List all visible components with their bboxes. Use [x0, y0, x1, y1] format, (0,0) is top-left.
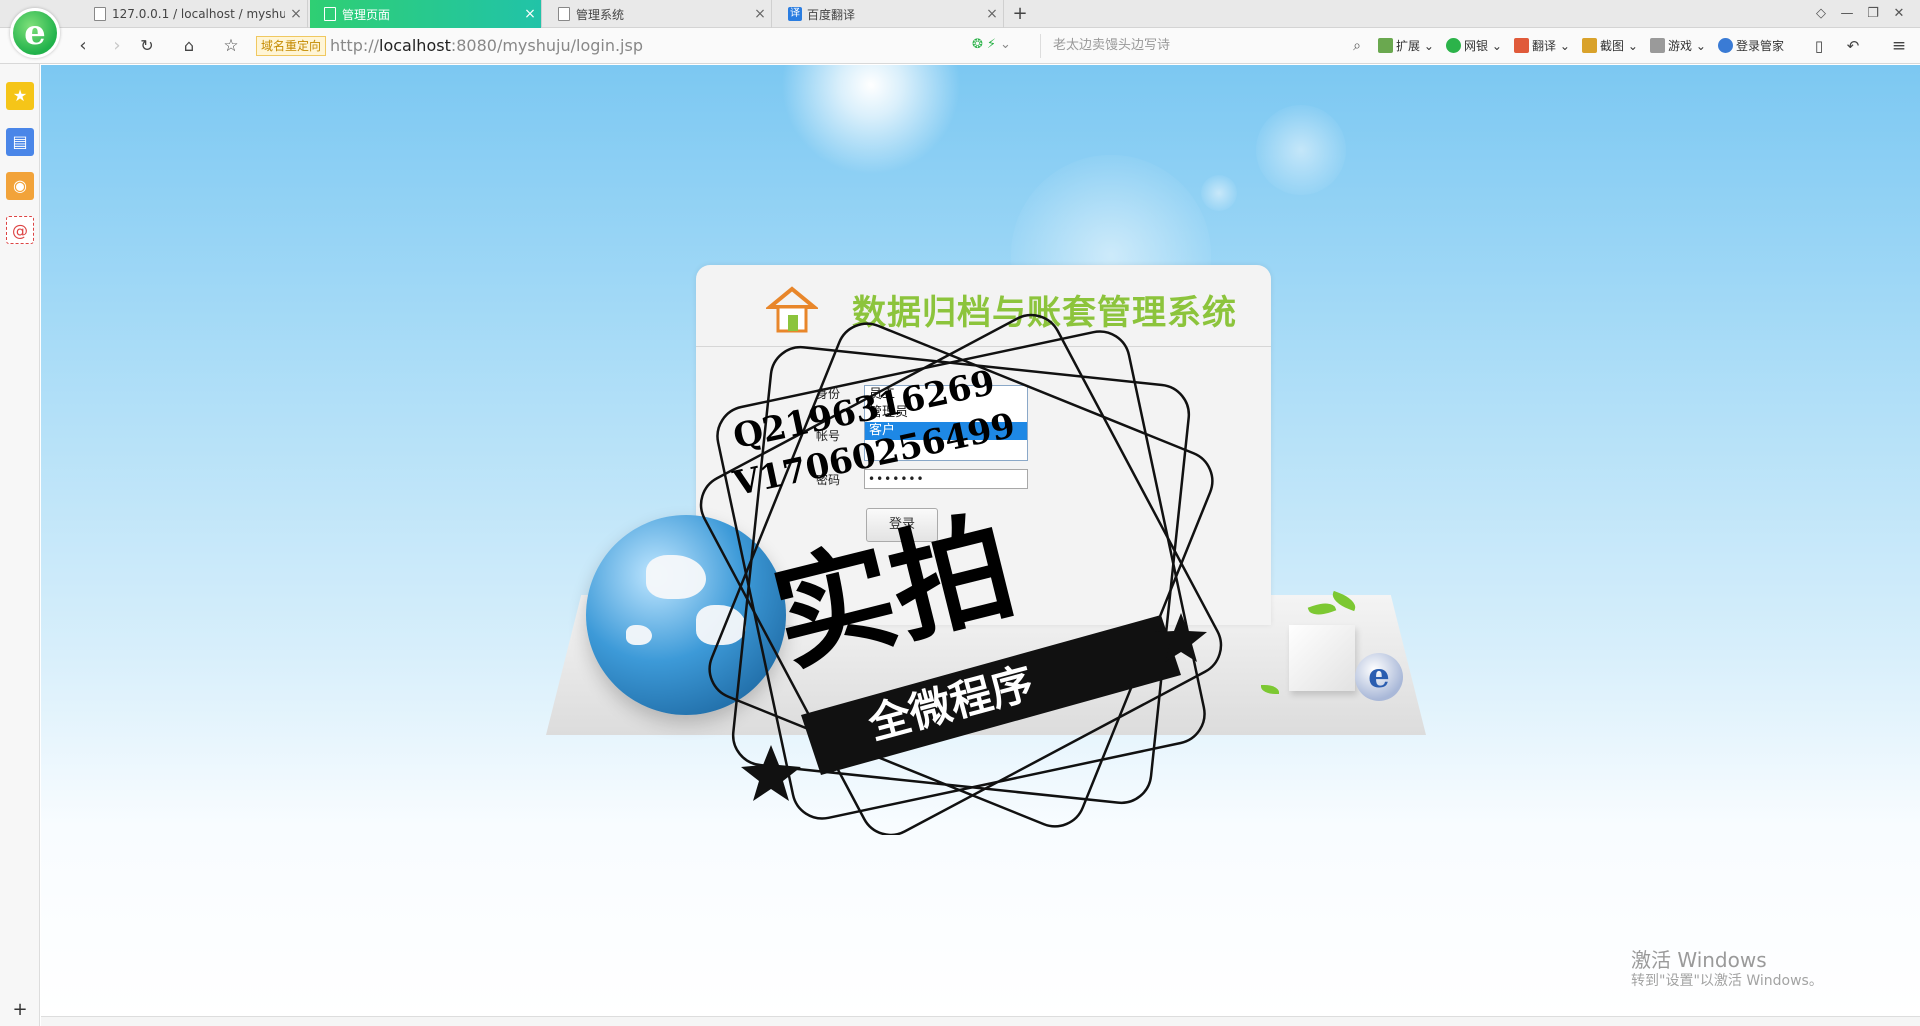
close-icon[interactable]: ×	[981, 6, 1003, 22]
translate-ext-icon	[1514, 38, 1529, 53]
mail-icon[interactable]: @	[6, 216, 34, 244]
account-row: 帐号	[816, 427, 864, 444]
menu-icon[interactable]: ≡	[1886, 34, 1912, 58]
speed-mode-icon[interactable]: ⚡	[987, 37, 996, 52]
page-viewport: 数据归档与账套管理系统 身份 员工 管理员 客户 帐号 密码 ••••••• 登…	[41, 65, 1920, 1016]
login-panel: 数据归档与账套管理系统 身份 员工 管理员 客户 帐号 密码 •••••••	[696, 265, 1271, 625]
favorites-star-icon[interactable]: ★	[6, 82, 34, 110]
identity-label: 身份	[816, 387, 841, 401]
screenshot-menu[interactable]: 截图 ⌄	[1582, 37, 1638, 55]
tab-baidu-translate[interactable]: 译 百度翻译 ×	[774, 0, 1004, 28]
login-manager[interactable]: 登录管家	[1718, 37, 1784, 55]
ext-label: 登录管家	[1736, 39, 1785, 53]
tab-label: 127.0.0.1 / localhost / myshuju	[112, 7, 285, 21]
address-tools: ❂ ⚡ ⌄	[972, 37, 1011, 52]
document-icon	[94, 7, 106, 21]
lens-flare	[1201, 175, 1237, 211]
lens-flare	[1256, 105, 1346, 195]
url-host: localhost	[379, 36, 451, 55]
compat-mode-icon[interactable]: ❂	[972, 37, 983, 52]
login-header: 数据归档与账套管理系统	[696, 265, 1271, 347]
url-prefix: http://	[330, 36, 380, 55]
login-button[interactable]: 登录	[866, 508, 938, 542]
password-label: 密码	[816, 472, 841, 487]
add-sidebar-app-icon[interactable]: +	[10, 1000, 30, 1020]
document-icon	[558, 7, 570, 21]
password-input[interactable]: •••••••	[864, 469, 1028, 489]
account-label: 帐号	[816, 429, 841, 443]
redirect-badge[interactable]: 域名重定向	[256, 36, 327, 56]
close-icon[interactable]: ×	[749, 6, 771, 22]
identity-row: 身份 员工 管理员 客户	[816, 385, 1028, 461]
reading-mode-icon[interactable]: ▯	[1806, 34, 1832, 58]
ebank-icon	[1446, 38, 1461, 53]
address-bar: ‹ › ↻ ⌂ ☆ 域名重定向 http://localhost:8080/my…	[0, 28, 1920, 64]
minimize-icon[interactable]: —	[1836, 4, 1858, 24]
sun-glare	[781, 65, 961, 175]
system-title: 数据归档与账套管理系统	[852, 293, 1237, 333]
role-option[interactable]: 管理员	[865, 404, 1027, 422]
window-close-icon[interactable]: ✕	[1888, 4, 1910, 24]
bookmark-star-icon[interactable]: ☆	[218, 34, 244, 58]
restore-icon[interactable]: ❐	[1862, 4, 1884, 24]
extensions-icon	[1378, 38, 1393, 53]
screenshot-icon	[1582, 38, 1597, 53]
home-icon[interactable]: ⌂	[176, 34, 202, 58]
browser-logo-icon[interactable]: e	[10, 8, 60, 58]
document-icon	[324, 7, 336, 21]
undo-icon[interactable]: ↶	[1840, 34, 1866, 58]
search-input[interactable]: 老太边卖馒头边写诗	[1040, 34, 1332, 58]
tab-label: 管理页面	[342, 7, 391, 22]
close-icon[interactable]: ×	[285, 6, 307, 22]
chevron-down-icon[interactable]: ⌄	[1000, 37, 1011, 52]
news-feed-icon[interactable]: ▤	[6, 128, 34, 156]
tab-strip: 127.0.0.1 / localhost / myshuju × 管理页面 ×…	[0, 0, 1920, 28]
url-field[interactable]: http://localhost:8080/myshuju/login.jsp	[330, 36, 643, 56]
tab-admin-page[interactable]: 管理页面 ×	[310, 0, 542, 28]
activate-windows-subtitle: 转到"设置"以激活 Windows。	[1631, 973, 1823, 989]
search-icon[interactable]: ⌕	[1348, 36, 1366, 56]
ext-label: 网银	[1464, 39, 1489, 53]
role-option-selected[interactable]: 客户	[865, 422, 1027, 440]
reload-icon[interactable]: ↻	[134, 34, 160, 58]
ext-label: 翻译	[1532, 39, 1557, 53]
tab-label: 百度翻译	[807, 7, 856, 22]
role-option[interactable]: 员工	[865, 386, 1027, 404]
gamepad-icon	[1650, 38, 1665, 53]
url-path: :8080/myshuju/login.jsp	[450, 36, 643, 55]
extensions-menu[interactable]: 扩展 ⌄	[1378, 37, 1434, 55]
activate-windows-title: 激活 Windows	[1631, 948, 1767, 972]
sidebar: ★ ▤ ◉ @ +	[0, 64, 40, 1026]
translate-menu[interactable]: 翻译 ⌄	[1514, 37, 1570, 55]
weibo-icon[interactable]: ◉	[6, 172, 34, 200]
globe-image	[586, 515, 786, 715]
skin-icon[interactable]: ◇	[1810, 4, 1832, 24]
tab-management-system[interactable]: 管理系统 ×	[544, 0, 772, 28]
back-icon[interactable]: ‹	[70, 34, 96, 58]
role-select[interactable]: 员工 管理员 客户	[864, 385, 1028, 461]
status-bar	[41, 1016, 1920, 1026]
games-menu[interactable]: 游戏 ⌄	[1650, 37, 1706, 55]
tab-phpmyadmin[interactable]: 127.0.0.1 / localhost / myshuju ×	[80, 0, 308, 28]
tab-label: 管理系统	[576, 7, 625, 22]
ext-label: 扩展	[1396, 39, 1421, 53]
ext-label: 截图	[1600, 39, 1625, 53]
ie-logo-icon: e	[1355, 653, 1403, 701]
house-icon	[766, 286, 818, 333]
translate-icon: 译	[788, 7, 802, 21]
ebank-menu[interactable]: 网银 ⌄	[1446, 37, 1502, 55]
key-icon	[1718, 38, 1733, 53]
new-tab-button[interactable]: +	[1008, 2, 1032, 26]
plant-cube-image	[1289, 625, 1355, 691]
password-row: 密码 •••••••	[816, 469, 1028, 489]
forward-icon[interactable]: ›	[104, 34, 130, 58]
close-icon[interactable]: ×	[519, 6, 541, 22]
ext-label: 游戏	[1668, 39, 1693, 53]
